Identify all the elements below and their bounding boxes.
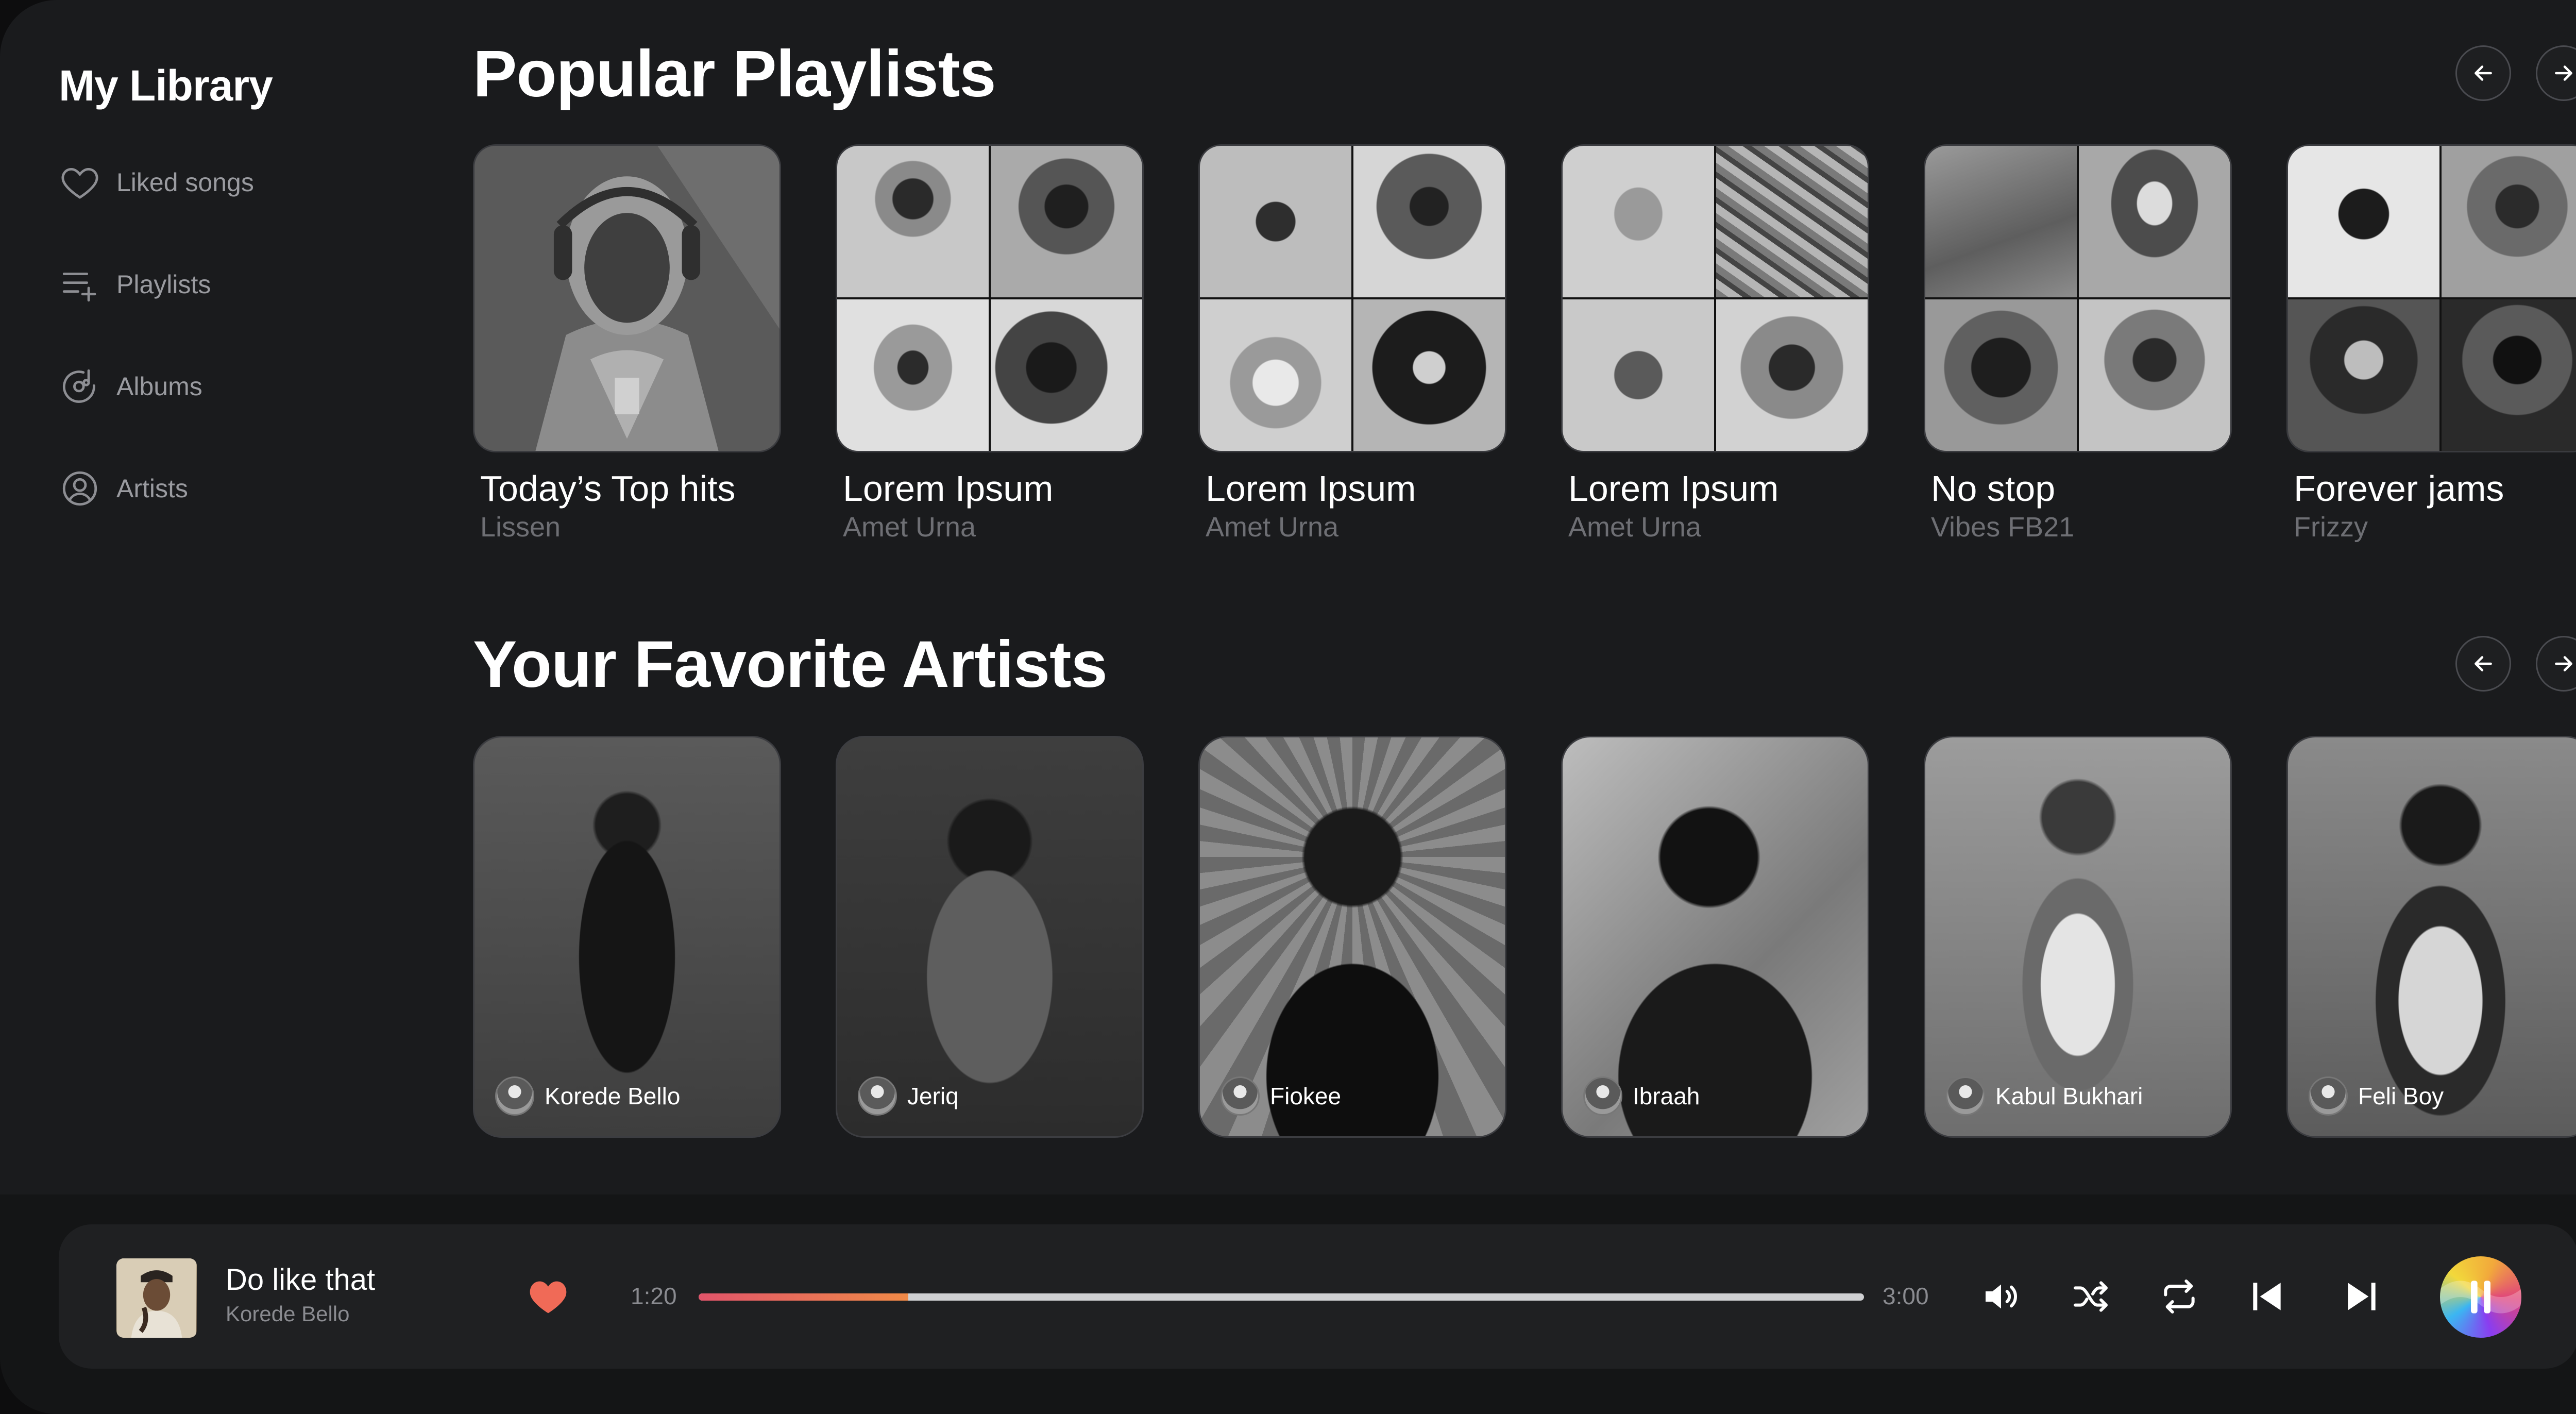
- playlist-cover: [836, 144, 1144, 452]
- arrow-left-icon: [2475, 65, 2492, 81]
- now-playing-cover: [116, 1258, 197, 1338]
- playlist-card[interactable]: Lorem Ipsum Amet Urna: [1198, 144, 1506, 543]
- playlist-subtitle: Amet Urna: [1568, 512, 1702, 543]
- playlist-card[interactable]: No stop Vibes FB21: [1924, 144, 2232, 543]
- progress-fill: [699, 1293, 909, 1301]
- app-window: My Library Liked songs Playlists Albums …: [0, 0, 2576, 1414]
- app-logo[interactable]: [2440, 1256, 2521, 1338]
- playlist-title: Forever jams: [2294, 468, 2504, 509]
- skip-next-icon: [2348, 1283, 2376, 1310]
- avatar: [1221, 1076, 1260, 1116]
- artists-next-button[interactable]: [2536, 636, 2576, 692]
- now-playing-bar: Do like that Korede Bello 1:20 3:00: [59, 1224, 2576, 1369]
- sidebar-item-label: Artists: [116, 474, 188, 503]
- heart-icon: [61, 167, 98, 199]
- arrow-left-icon: [2475, 656, 2492, 671]
- playlist-card[interactable]: Forever jams Frizzy: [2286, 144, 2576, 543]
- artist-chip: Kabul Bukhari: [1946, 1076, 2143, 1116]
- artist-name: Korede Bello: [545, 1083, 681, 1109]
- playlist-add-icon: [62, 273, 96, 302]
- artist-name: Fiokee: [1270, 1083, 1342, 1109]
- user-icon: [62, 471, 97, 506]
- artist-card[interactable]: Ibraah: [1561, 736, 1869, 1138]
- sidebar-item-artists[interactable]: Artists: [59, 463, 188, 514]
- artist-chip: Korede Bello: [495, 1076, 680, 1116]
- next-button[interactable]: [2336, 1271, 2387, 1322]
- avatar: [1946, 1076, 1985, 1116]
- playlist-title: Lorem Ipsum: [843, 468, 1054, 509]
- total-time: 3:00: [1883, 1283, 1929, 1309]
- robot-illustration: [474, 146, 779, 451]
- playlist-subtitle: Amet Urna: [843, 512, 976, 543]
- like-button[interactable]: [528, 1277, 569, 1315]
- avatar: [1583, 1076, 1622, 1116]
- sidebar-item-playlists[interactable]: Playlists: [59, 259, 211, 310]
- avatar: [495, 1076, 534, 1116]
- playlist-title: No stop: [1931, 468, 2056, 509]
- playlist-card[interactable]: Lorem Ipsum Amet Urna: [1561, 144, 1869, 543]
- playlist-subtitle: Lissen: [480, 512, 561, 543]
- album-icon: [62, 369, 95, 403]
- artists-prev-button[interactable]: [2455, 636, 2511, 692]
- playlists-next-button[interactable]: [2536, 45, 2576, 101]
- cover-art: [117, 1258, 196, 1338]
- sidebar-item-label: Playlists: [116, 270, 211, 299]
- sidebar-item-albums[interactable]: Albums: [59, 361, 202, 412]
- avatar: [2309, 1076, 2348, 1116]
- shuffle-icon: [2074, 1281, 2108, 1312]
- artist-chip: Feli Boy: [2309, 1076, 2444, 1116]
- pause-icon: [2440, 1281, 2521, 1314]
- previous-button[interactable]: [2241, 1271, 2293, 1322]
- playlist-title: Lorem Ipsum: [1206, 468, 1416, 509]
- skip-previous-icon: [2253, 1283, 2281, 1310]
- artist-card[interactable]: Feli Boy: [2286, 736, 2576, 1138]
- arrow-right-icon: [2555, 65, 2572, 81]
- progress-bar[interactable]: [699, 1293, 1864, 1301]
- track-title: Do like that: [226, 1263, 376, 1297]
- artist-card[interactable]: Fiokee: [1198, 736, 1506, 1138]
- artist-card[interactable]: Korede Bello: [473, 736, 781, 1138]
- track-artist: Korede Bello: [226, 1302, 350, 1326]
- repeat-button[interactable]: [2154, 1271, 2205, 1322]
- heart-filled-icon: [530, 1281, 567, 1314]
- playlist-title: Lorem Ipsum: [1568, 468, 1779, 509]
- volume-icon: [1986, 1284, 2017, 1309]
- playlist-title: Today’s Top hits: [480, 468, 736, 509]
- artist-card[interactable]: Kabul Bukhari: [1924, 736, 2232, 1138]
- playlist-cover: [1924, 144, 2232, 452]
- playlist-cover: [473, 144, 781, 452]
- favorite-artists-title: Your Favorite Artists: [473, 628, 1108, 701]
- playlist-subtitle: Frizzy: [2294, 512, 2368, 543]
- artist-chip: Fiokee: [1221, 1076, 1341, 1116]
- playlist-cover: [1561, 144, 1869, 452]
- shuffle-button[interactable]: [2065, 1271, 2116, 1322]
- artist-card[interactable]: Jeriq: [836, 736, 1144, 1138]
- playlist-card[interactable]: Today’s Top hits Lissen: [473, 144, 781, 543]
- artist-name: Ibraah: [1633, 1083, 1700, 1109]
- popular-playlists-title: Popular Playlists: [473, 37, 996, 111]
- artist-name: Kabul Bukhari: [1995, 1083, 2143, 1109]
- artist-chip: Jeriq: [858, 1076, 959, 1116]
- artist-chip: Ibraah: [1583, 1076, 1700, 1116]
- playlist-cover: [2286, 144, 2576, 452]
- volume-button[interactable]: [1975, 1271, 2027, 1322]
- current-time: 1:20: [631, 1283, 677, 1309]
- playlists-prev-button[interactable]: [2455, 45, 2511, 101]
- playlist-cover: [1198, 144, 1506, 452]
- repeat-icon: [2164, 1280, 2195, 1314]
- sidebar-item-label: Albums: [116, 372, 202, 401]
- sidebar-item-label: Liked songs: [116, 168, 254, 197]
- playlist-subtitle: Vibes FB21: [1931, 512, 2075, 543]
- avatar: [858, 1076, 897, 1116]
- artist-name: Feli Boy: [2358, 1083, 2444, 1109]
- playlist-subtitle: Amet Urna: [1206, 512, 1339, 543]
- library-title: My Library: [59, 61, 273, 110]
- arrow-right-icon: [2555, 656, 2572, 671]
- sidebar-item-liked-songs[interactable]: Liked songs: [59, 157, 254, 208]
- playlist-card[interactable]: Lorem Ipsum Amet Urna: [836, 144, 1144, 543]
- artist-name: Jeriq: [907, 1083, 959, 1109]
